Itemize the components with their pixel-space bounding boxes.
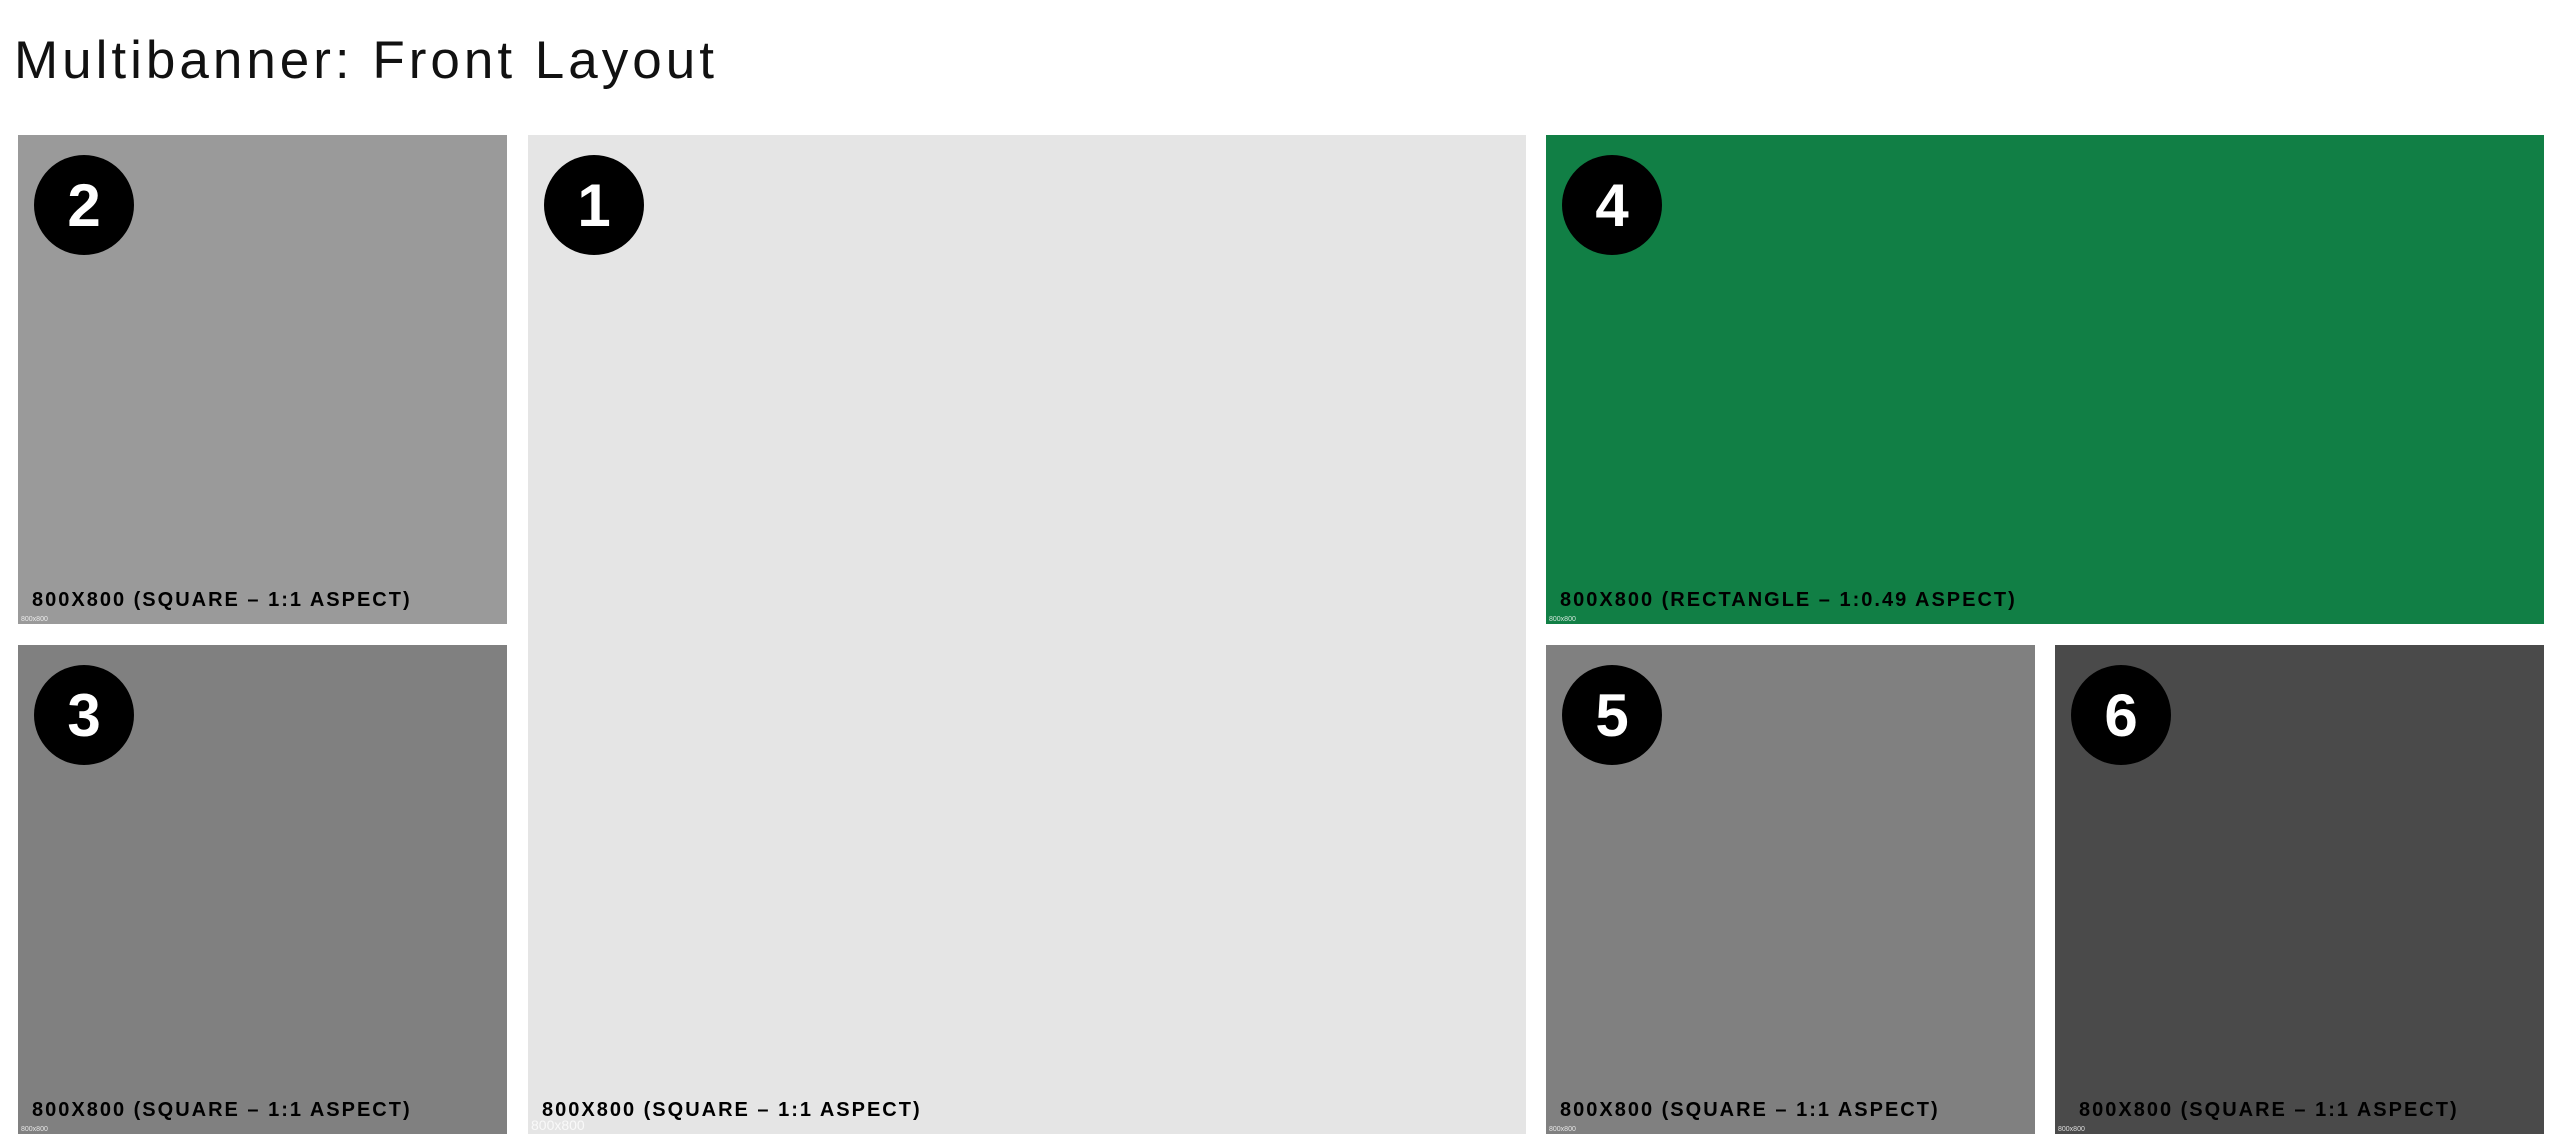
banner-tile-2[interactable]: 2 800X800 (SQUARE – 1:1 ASPECT) 800x800: [18, 135, 507, 624]
tile-caption: 800X800 (SQUARE – 1:1 ASPECT): [542, 1099, 922, 1121]
tile-size-mark: 800x800: [531, 1117, 585, 1133]
tile-number-badge: 4: [1562, 155, 1662, 255]
tile-caption: 800X800 (SQUARE – 1:1 ASPECT): [2079, 1099, 2459, 1121]
tile-caption: 800X800 (SQUARE – 1:1 ASPECT): [32, 589, 412, 611]
tile-caption: 800X800 (RECTANGLE – 1:0.49 ASPECT): [1560, 589, 2017, 611]
tile-size-mark: 800x800: [1549, 616, 1576, 623]
tile-number-badge: 2: [34, 155, 134, 255]
page-title: Multibanner: Front Layout: [14, 31, 718, 90]
tile-caption: 800X800 (SQUARE – 1:1 ASPECT): [1560, 1099, 1940, 1121]
tile-size-mark: 800x800: [1549, 1126, 1576, 1133]
tile-size-mark: 800x800: [2058, 1126, 2085, 1133]
banner-tile-3[interactable]: 3 800X800 (SQUARE – 1:1 ASPECT) 800x800: [18, 645, 507, 1134]
banner-tile-1[interactable]: 1 800X800 (SQUARE – 1:1 ASPECT) 800x800: [528, 135, 1526, 1134]
tile-size-mark: 800x800: [21, 616, 48, 623]
tile-number-badge: 6: [2071, 665, 2171, 765]
tile-number-badge: 5: [1562, 665, 1662, 765]
banner-tile-4[interactable]: 4 800X800 (RECTANGLE – 1:0.49 ASPECT) 80…: [1546, 135, 2544, 624]
page: Multibanner: Front Layout 2 800X800 (SQU…: [0, 0, 2560, 1147]
banner-tile-5[interactable]: 5 800X800 (SQUARE – 1:1 ASPECT) 800x800: [1546, 645, 2035, 1134]
tile-caption: 800X800 (SQUARE – 1:1 ASPECT): [32, 1099, 412, 1121]
tile-number-badge: 3: [34, 665, 134, 765]
tile-number-badge: 1: [544, 155, 644, 255]
tile-size-mark: 800x800: [21, 1126, 48, 1133]
banner-tile-6[interactable]: 6 800X800 (SQUARE – 1:1 ASPECT) 800x800: [2055, 645, 2544, 1134]
